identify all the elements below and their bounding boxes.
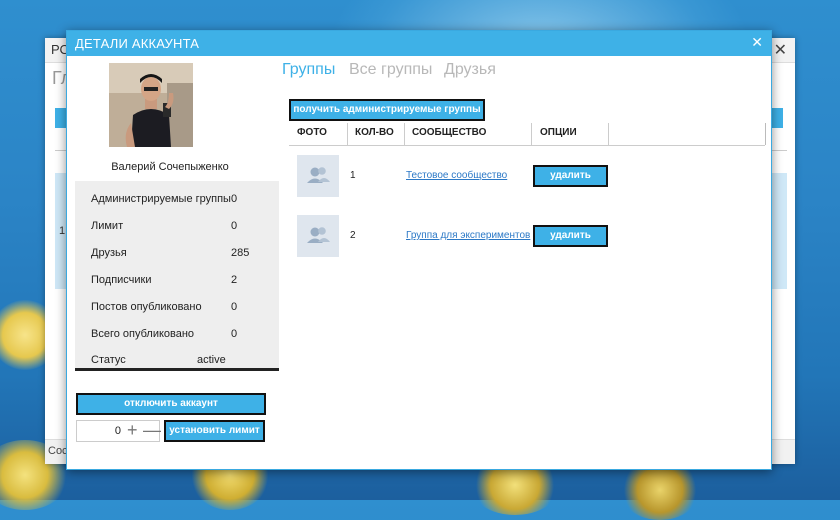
group-icon bbox=[307, 167, 330, 183]
dialog-titlebar: ДЕТАЛИ АККАУНТА ✕ bbox=[67, 31, 771, 56]
user-photo-icon bbox=[109, 63, 193, 147]
group-count: 2 bbox=[350, 230, 356, 241]
set-limit-button[interactable]: установить лимит bbox=[164, 420, 265, 442]
status-value: active bbox=[197, 354, 226, 366]
delete-dogs-button[interactable]: удалить собак bbox=[533, 165, 608, 199]
stat-row: Администрируемые группы 0 bbox=[91, 193, 269, 209]
group-link[interactable]: Тестовое сообщество bbox=[406, 170, 507, 181]
close-icon[interactable]: ✕ bbox=[751, 34, 763, 51]
groups-table-header: ФОТО КОЛ-ВО СООБЩЕСТВО ОПЦИИ bbox=[289, 123, 765, 146]
stat-row: Подписчики 2 bbox=[91, 274, 269, 290]
column-separator bbox=[531, 123, 532, 145]
column-header-community[interactable]: СООБЩЕСТВО bbox=[412, 127, 486, 138]
column-header-options[interactable]: ОПЦИИ bbox=[540, 127, 577, 138]
account-stats-panel: Администрируемые группы 0 Лимит 0 Друзья… bbox=[75, 181, 279, 371]
table-row[interactable]: 1 Тестовое сообщество удалить собак bbox=[289, 155, 765, 199]
stat-label: Друзья bbox=[91, 247, 127, 259]
stat-value: 0 bbox=[231, 193, 238, 205]
disable-account-button[interactable]: отключить аккаунт bbox=[76, 393, 266, 415]
close-icon[interactable]: ✕ bbox=[774, 40, 787, 60]
group-thumbnail bbox=[297, 215, 339, 257]
minus-icon[interactable]: — bbox=[143, 420, 161, 441]
table-row[interactable]: 2 Группа для экспериментов удалить собак bbox=[289, 215, 765, 259]
table-scroll-edge bbox=[765, 123, 766, 145]
background-row-number: 1 bbox=[59, 225, 66, 237]
stat-label: Лимит bbox=[91, 220, 124, 232]
stat-label: Постов опубликовано bbox=[91, 301, 202, 313]
stat-label: Администрируемые группы bbox=[91, 193, 231, 205]
tab-all-groups[interactable]: Все группы bbox=[349, 61, 432, 79]
dialog-title: ДЕТАЛИ АККАУНТА bbox=[75, 36, 200, 51]
column-header-count[interactable]: КОЛ-ВО bbox=[355, 127, 394, 138]
stat-label: Статус bbox=[91, 354, 126, 366]
avatar bbox=[109, 63, 193, 147]
group-icon bbox=[307, 227, 330, 243]
stat-value: 0 bbox=[231, 301, 238, 313]
column-separator bbox=[347, 123, 348, 145]
stat-row: Друзья 285 bbox=[91, 247, 269, 263]
stat-label: Подписчики bbox=[91, 274, 152, 286]
tab-friends[interactable]: Друзья bbox=[444, 61, 496, 79]
limit-stepper[interactable]: 0 + — bbox=[76, 420, 161, 442]
limit-input[interactable]: 0 bbox=[77, 425, 121, 437]
group-link[interactable]: Группа для экспериментов bbox=[406, 230, 530, 241]
stat-value: 0 bbox=[231, 328, 238, 340]
get-admin-groups-button[interactable]: получить администрируемые группы bbox=[289, 99, 485, 121]
stat-value: 2 bbox=[231, 274, 238, 286]
tab-groups[interactable]: Группы bbox=[282, 61, 335, 79]
stat-value: 285 bbox=[231, 247, 250, 259]
stat-row: Постов опубликовано 0 bbox=[91, 301, 269, 317]
stat-row: Лимит 0 bbox=[91, 220, 269, 236]
group-thumbnail bbox=[297, 155, 339, 197]
column-separator bbox=[608, 123, 609, 145]
stat-label: Всего опубликовано bbox=[91, 328, 195, 340]
delete-dogs-button[interactable]: удалить собак bbox=[533, 225, 608, 259]
group-count: 1 bbox=[350, 170, 356, 181]
column-separator bbox=[404, 123, 405, 145]
column-header-photo[interactable]: ФОТО bbox=[297, 127, 327, 138]
stat-row: Всего опубликовано 0 bbox=[91, 328, 269, 344]
account-details-dialog: ДЕТАЛИ АККАУНТА ✕ Валерий Сочепыженко Ад… bbox=[66, 30, 772, 470]
stat-value: 0 bbox=[231, 220, 238, 232]
user-name: Валерий Сочепыженко bbox=[111, 161, 229, 173]
stat-row: Статус active bbox=[91, 354, 269, 370]
plus-icon[interactable]: + bbox=[127, 420, 138, 441]
